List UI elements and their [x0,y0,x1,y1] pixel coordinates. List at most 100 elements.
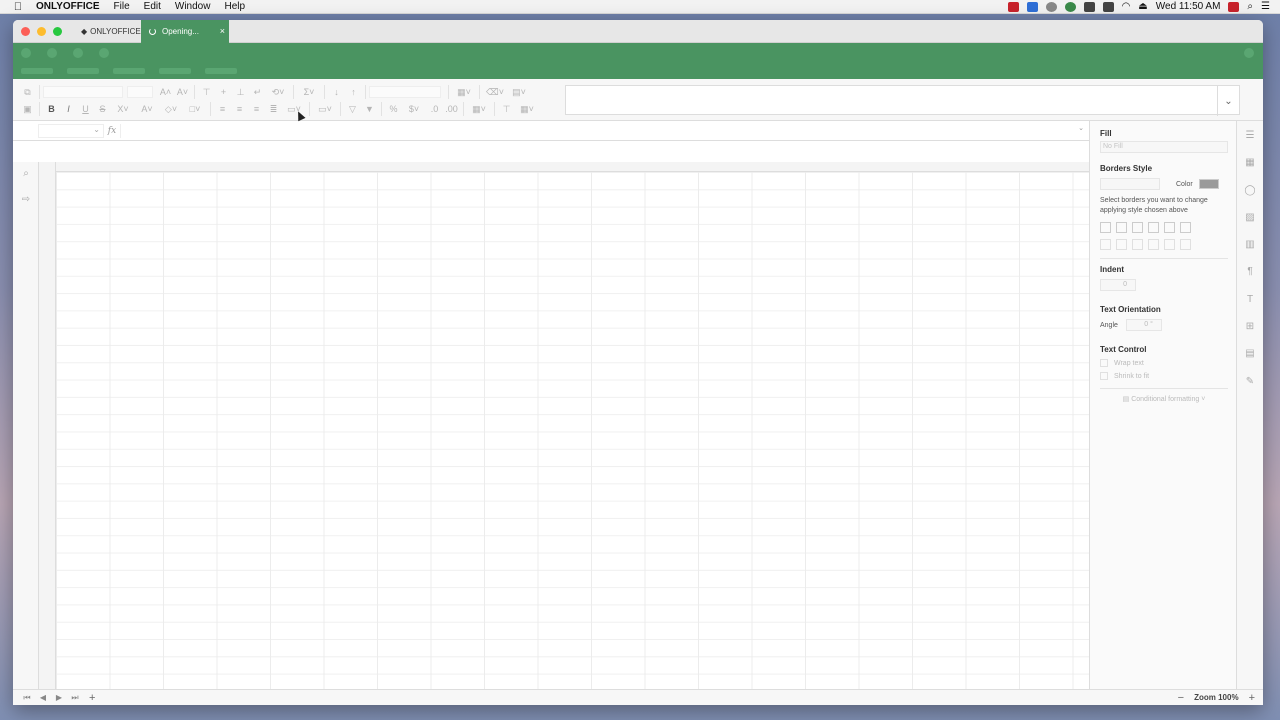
number-format-combo[interactable] [369,86,441,98]
all-borders-icon[interactable] [1100,222,1111,233]
shrink-to-fit-option[interactable]: Shrink to fit [1100,372,1226,380]
shape-settings-icon[interactable]: ◯ [1237,178,1263,203]
spotlight-icon[interactable]: ⌕ [1247,1,1253,12]
paragraph-settings-icon[interactable]: ¶ [1237,259,1263,284]
font-size-combo[interactable] [127,86,153,98]
shrink-to-fit-checkbox[interactable] [1100,372,1108,380]
tab-home[interactable]: ◆ ONLYOFFICE [73,20,141,43]
tray-leaf-icon[interactable] [1064,1,1076,12]
menu-file[interactable]: File [107,1,137,12]
cell-settings-icon[interactable]: ☰ [1237,123,1263,148]
align-middle-icon[interactable]: + [215,85,232,99]
wifi-icon[interactable]: ◠ [1122,1,1131,12]
menu-help[interactable]: Help [217,1,252,12]
percent-icon[interactable]: % [385,102,402,116]
align-center-icon[interactable]: ≡ [231,102,248,116]
sort-descending-icon[interactable]: ↑ [345,85,362,99]
inner-vertical-icon[interactable] [1116,239,1127,250]
increase-font-icon[interactable]: A˄ [157,85,174,99]
outer-borders-icon[interactable] [1148,222,1159,233]
window-close-button[interactable] [21,26,30,36]
spreadsheet-grid[interactable] [39,162,1089,689]
wrap-text-icon[interactable]: ↵ [249,85,266,99]
wrap-text-option[interactable]: Wrap text [1100,359,1226,367]
slicer-settings-icon[interactable]: ▤ [1237,341,1263,366]
last-sheet-icon[interactable]: ⏭ [67,693,83,703]
zoom-out-button[interactable]: − [1178,692,1184,704]
fill-select[interactable]: No Fill [1100,141,1228,153]
tab-close-button[interactable]: × [220,26,225,36]
prev-sheet-icon[interactable]: ◀ [35,693,51,702]
pivot-settings-icon[interactable]: ⊞ [1237,314,1263,339]
sort-ascending-icon[interactable]: ↓ [328,85,345,99]
apple-icon[interactable]:  [0,1,36,13]
menu-app-name[interactable]: ONLYOFFICE [36,1,107,12]
formula-input[interactable]: ⌄ [120,123,1086,138]
table-settings-icon[interactable]: ▦ [1237,150,1263,175]
copy-icon[interactable]: ⧉ [19,85,36,99]
borders-icon[interactable]: □˅ [183,102,207,116]
clear-filter-icon[interactable]: ▼ [361,102,378,116]
named-range-icon[interactable]: ▭˅ [313,102,337,116]
font-name-combo[interactable] [43,86,123,98]
left-border-icon[interactable] [1100,239,1111,250]
zoom-in-button[interactable]: + [1249,692,1255,704]
row-headers[interactable] [39,162,56,689]
tab-opening[interactable]: Opening... × [141,20,229,43]
right-border-icon[interactable] [1132,239,1143,250]
italic-icon[interactable]: I [60,102,77,116]
zoom-label[interactable]: Zoom 100% [1194,693,1238,702]
dropbox-icon[interactable] [1026,1,1038,12]
diagonal-down-icon[interactable] [1180,222,1191,233]
inner-borders-icon[interactable] [1132,222,1143,233]
clock[interactable]: Wed 11:50 AM [1156,1,1221,12]
window-zoom-button[interactable] [53,26,62,36]
align-right-icon[interactable]: ≡ [248,102,265,116]
bold-icon[interactable]: B [43,102,60,116]
increase-decimal-icon[interactable]: .00 [443,102,460,116]
paste-icon[interactable]: ▣ [19,102,36,116]
next-sheet-icon[interactable]: ▶ [51,693,67,702]
airplay-icon[interactable] [1102,1,1114,12]
indent-spinner[interactable]: 0 [1100,279,1136,291]
filter-icon[interactable]: ▽ [344,102,361,116]
chart-settings-icon[interactable]: ▥ [1237,232,1263,257]
tray-puzzle-icon[interactable] [1083,1,1095,12]
top-border-icon[interactable] [1148,239,1159,250]
format-as-table-icon[interactable]: ⊤ [498,102,515,116]
first-sheet-icon[interactable]: ⏮ [19,693,35,703]
accounting-icon[interactable]: $˅ [402,102,426,116]
diagonal-up-icon[interactable] [1164,222,1175,233]
search-icon[interactable]: ⌕ [13,168,39,188]
tray-circle-icon[interactable] [1045,1,1057,12]
add-sheet-button[interactable]: + [89,692,95,704]
name-box[interactable]: ⌄ [38,123,104,138]
clear-icon[interactable]: ⌫˅ [483,85,507,99]
insert-cells-icon[interactable]: ▦˅ [452,85,476,99]
font-color-icon[interactable]: A˅ [135,102,159,116]
notification-center-icon[interactable]: ☰ [1261,1,1270,12]
inner-horizontal-icon[interactable] [1164,239,1175,250]
align-left-icon[interactable]: ≡ [214,102,231,116]
border-line-select[interactable] [1100,178,1160,190]
no-borders-icon[interactable] [1116,222,1127,233]
copy-style-icon[interactable]: ▤˅ [507,85,531,99]
window-minimize-button[interactable] [37,26,46,36]
conditional-formatting-button[interactable]: ▤ Conditional formatting ˅ [1100,388,1228,403]
comments-icon[interactable]: ⇨ [13,194,39,214]
strikethrough-icon[interactable]: S [94,102,111,116]
align-top-icon[interactable]: ⊤ [198,85,215,99]
autosum-icon[interactable]: Σ˅ [297,85,321,99]
image-settings-icon[interactable]: ▨ [1237,205,1263,230]
decrease-font-icon[interactable]: A˅ [174,85,191,99]
menu-edit[interactable]: Edit [137,1,168,12]
tray-app-icon[interactable] [1007,1,1019,12]
expand-formula-icon[interactable]: ⌄ [1078,124,1084,132]
table-template-icon[interactable]: ▦˅ [515,102,539,116]
angle-spinner[interactable]: 0 ° [1125,319,1162,331]
wrap-text-checkbox[interactable] [1100,359,1108,367]
column-headers[interactable] [39,162,1089,172]
chevron-down-icon[interactable]: ⌄ [1217,86,1239,116]
bottom-border-icon[interactable] [1180,239,1191,250]
subscript-icon[interactable]: X˅ [111,102,135,116]
